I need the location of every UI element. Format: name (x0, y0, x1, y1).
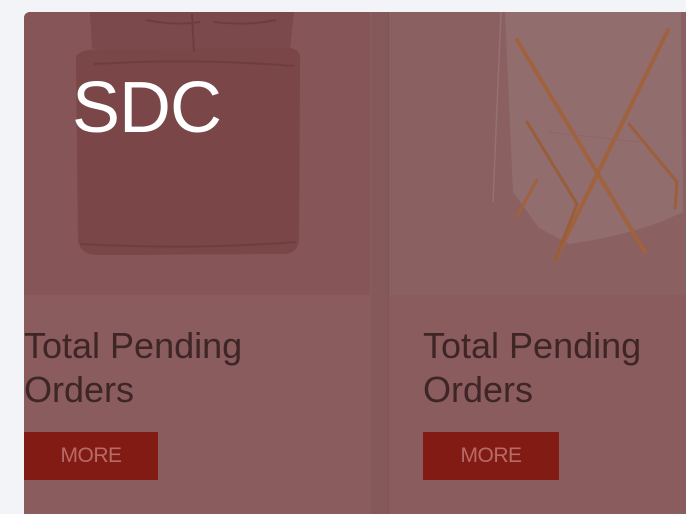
card-title-line-2: Orders (24, 369, 135, 410)
card-title: Total Pending Orders (24, 324, 284, 412)
sdc-logo-text: SDC (72, 68, 222, 148)
bedding-product-image: SDC (24, 12, 370, 295)
card-title: Total Pending Orders (423, 324, 683, 412)
more-button[interactable]: MORE (423, 432, 559, 480)
card-divider (370, 12, 389, 514)
folding-chair-product-image (389, 12, 686, 295)
card-title-line-2: Orders (423, 369, 534, 410)
bedding-illustration (76, 12, 301, 255)
product-card-chair: Total Pending Orders MORE (389, 12, 686, 514)
product-cards-panel: SDC Total Pending Orders MORE Total Pend… (24, 12, 686, 514)
card-title-line-1: Total Pending (423, 325, 642, 366)
product-card-bedding: SDC Total Pending Orders MORE (24, 12, 370, 514)
more-button[interactable]: MORE (24, 432, 158, 480)
card-title-line-1: Total Pending (24, 325, 243, 366)
folding-chair-illustration (492, 12, 683, 262)
